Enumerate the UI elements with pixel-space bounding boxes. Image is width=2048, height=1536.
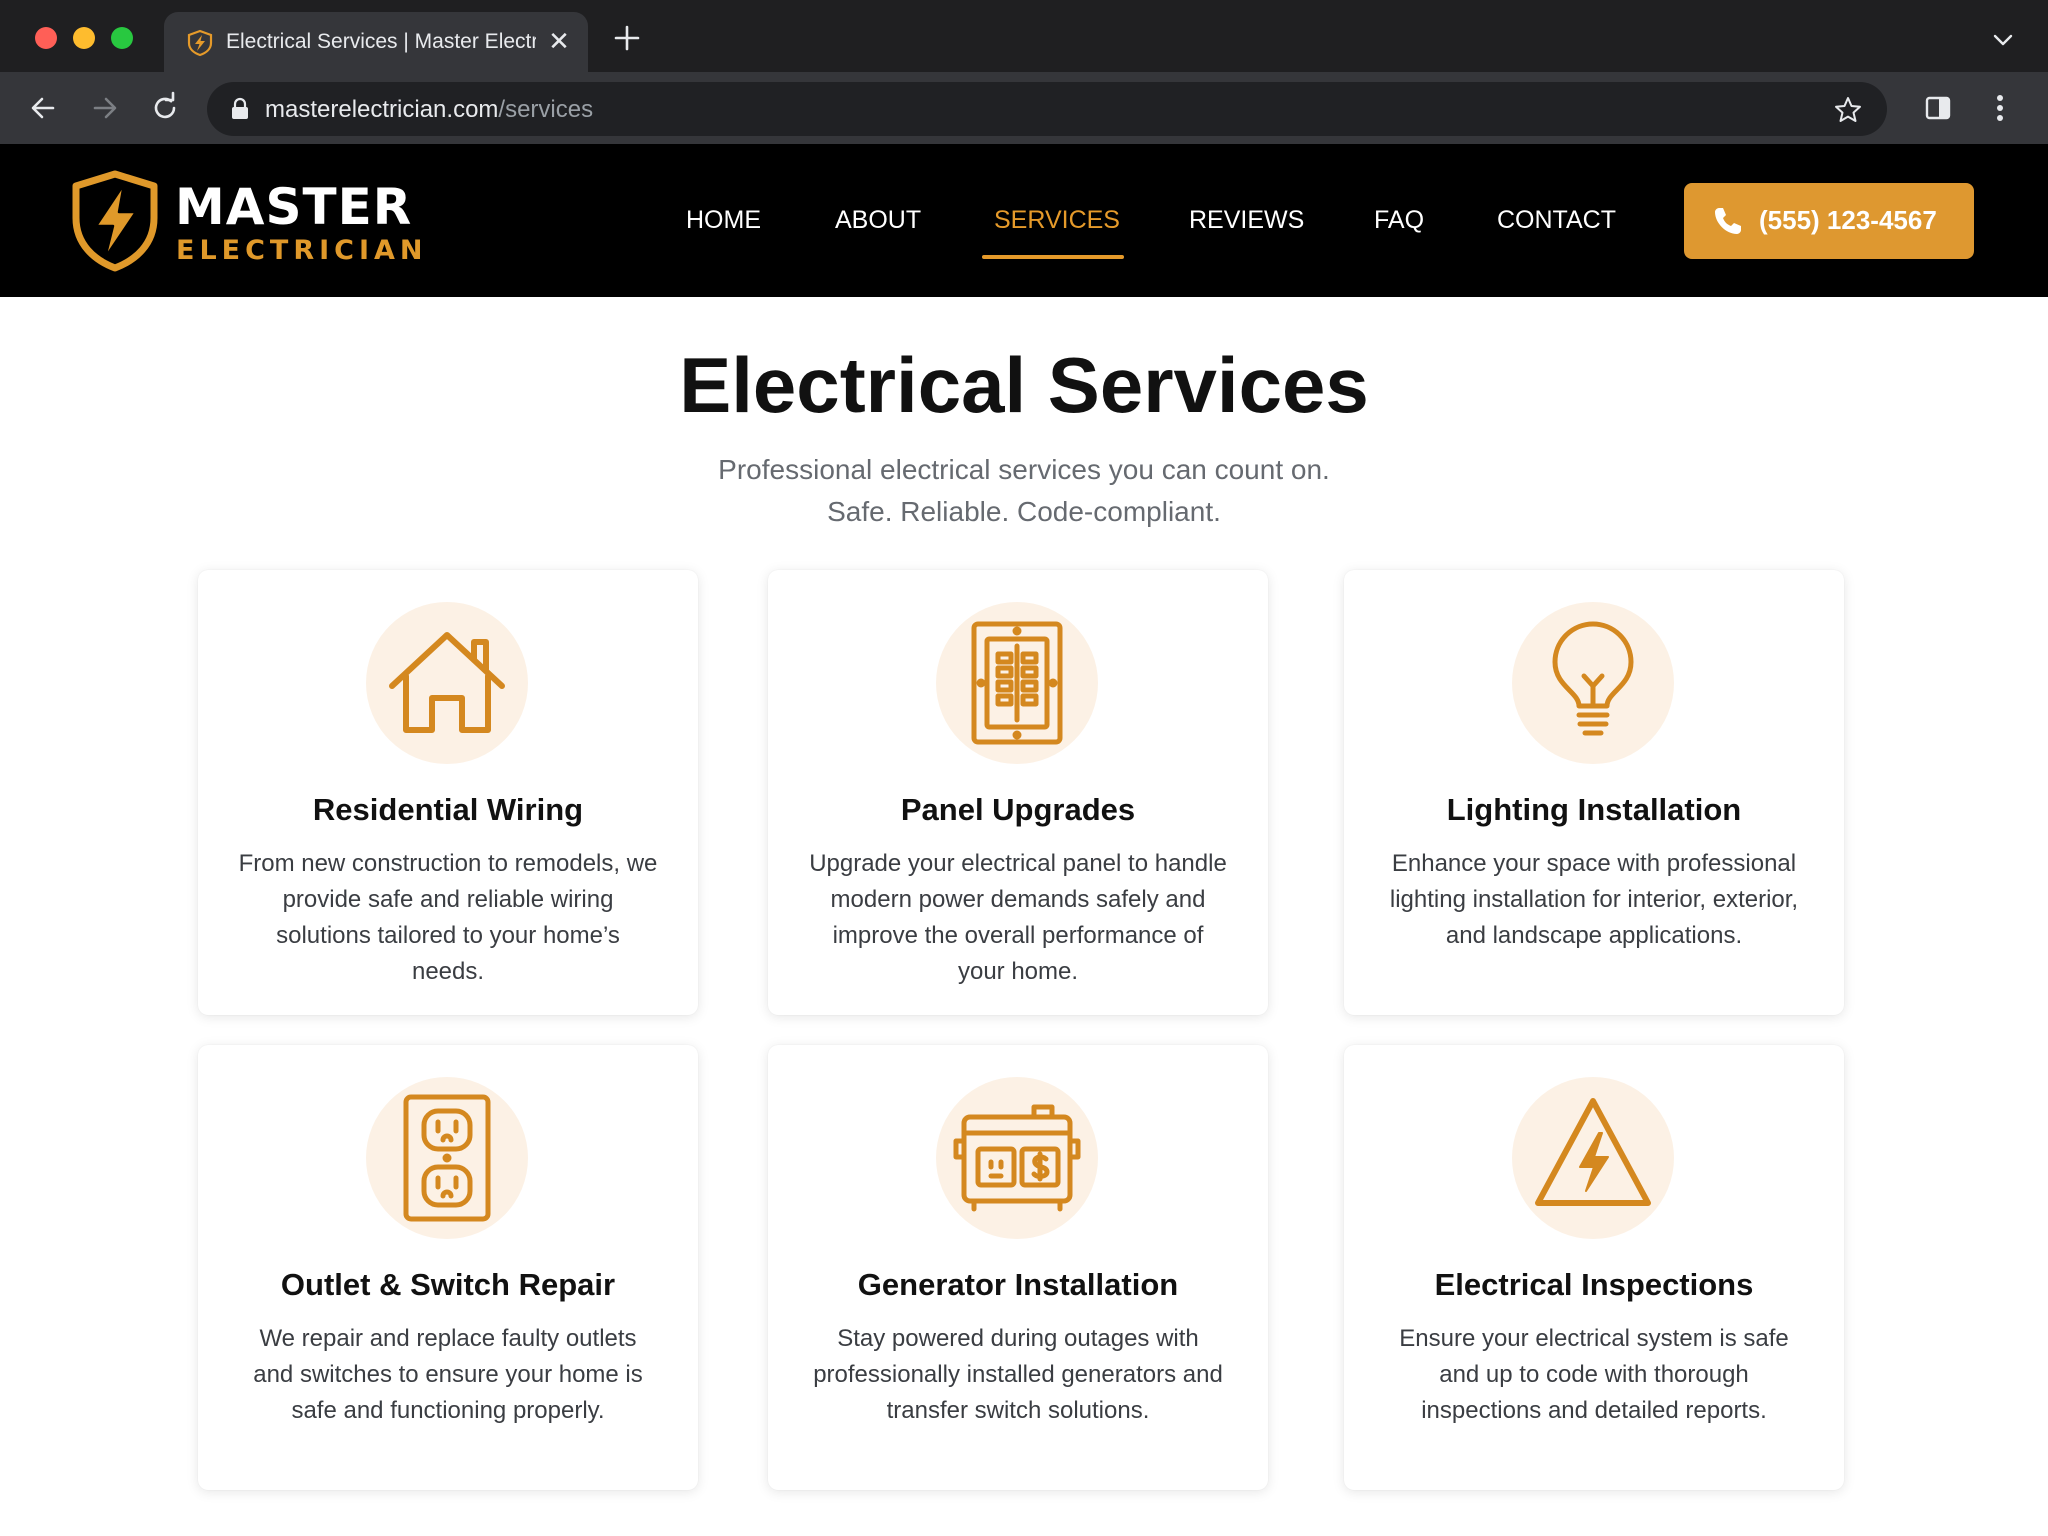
tab-search-chevron-down-icon[interactable]: [1985, 22, 2021, 58]
url-domain: masterelectrician.com: [265, 96, 499, 123]
new-tab-plus-icon[interactable]: [607, 18, 647, 58]
page-subtitle: Professional electrical services you can…: [0, 449, 2048, 533]
browser-tab-bar: Electrical Services | Master Electrician…: [0, 0, 2048, 72]
tab-title: Electrical Services | Master Electrician: [226, 30, 536, 53]
nav-home[interactable]: HOME: [686, 208, 761, 233]
service-card-outlet-switch-repair[interactable]: Outlet & Switch Repair We repair and rep…: [198, 1045, 698, 1490]
service-title: Panel Upgrades: [900, 792, 1136, 827]
service-card-electrical-inspections[interactable]: Electrical Inspections Ensure your elect…: [1344, 1045, 1844, 1490]
icon-circle: [936, 1077, 1098, 1239]
service-description: We repair and replace faulty outlets and…: [253, 1325, 643, 1424]
service-card-residential-wiring[interactable]: Residential Wiring From new construction…: [198, 570, 698, 1015]
forward-arrow-icon[interactable]: [85, 88, 125, 128]
service-description: Ensure your electrical system is safe an…: [1399, 1325, 1789, 1424]
page-title: Electrical Services: [679, 341, 1369, 429]
logo-text-master: MASTER: [175, 178, 413, 236]
call-phone-button[interactable]: (555) 123-4567: [1684, 183, 1974, 259]
nav-faq[interactable]: FAQ: [1374, 208, 1424, 233]
bookmark-star-icon[interactable]: [1832, 94, 1864, 126]
service-card-generator-installation[interactable]: Generator Installation Stay powered duri…: [768, 1045, 1268, 1490]
window-maximize-button[interactable]: [111, 27, 133, 49]
phone-icon: [1715, 208, 1741, 234]
electrical-panel-icon: [971, 621, 1063, 745]
tab-close-icon[interactable]: ✕: [544, 26, 574, 56]
browser-menu-icon[interactable]: [1980, 88, 2020, 128]
outlet-icon: [403, 1094, 491, 1222]
service-title: Generator Installation: [857, 1267, 1179, 1302]
reload-icon[interactable]: [145, 88, 185, 128]
window-minimize-button[interactable]: [73, 27, 95, 49]
url-path: /services: [498, 96, 594, 123]
warning-bolt-icon: [1535, 1098, 1651, 1206]
service-title: Outlet & Switch Repair: [280, 1267, 616, 1302]
lock-icon[interactable]: [229, 97, 251, 121]
generator-icon: [953, 1104, 1081, 1212]
nav-active-indicator: [982, 255, 1124, 259]
lightning-shield-icon: [72, 170, 158, 272]
site-header: MASTER ELECTRICIAN HOME ABOUT SERVICES R…: [0, 144, 2048, 297]
subtitle-line-2: Safe. Reliable. Code-compliant.: [827, 496, 1221, 527]
service-title: Lighting Installation: [1446, 792, 1742, 827]
icon-circle: [1512, 1077, 1674, 1239]
site-logo[interactable]: MASTER ELECTRICIAN: [72, 170, 432, 274]
service-description: Stay powered during outages with profess…: [813, 1325, 1223, 1424]
icon-circle: [366, 602, 528, 764]
service-description: Enhance your space with professional lig…: [1389, 850, 1799, 949]
favicon-shield-icon: [187, 29, 213, 57]
nav-services[interactable]: SERVICES: [994, 208, 1120, 233]
service-description: Upgrade your electrical panel to handle …: [809, 850, 1227, 985]
service-title: Electrical Inspections: [1434, 1267, 1754, 1302]
icon-circle: [936, 602, 1098, 764]
house-icon: [389, 632, 505, 733]
browser-toolbar: masterelectrician.com/services: [0, 72, 2048, 144]
address-bar[interactable]: masterelectrician.com/services: [207, 82, 1887, 136]
subtitle-line-1: Professional electrical services you can…: [718, 454, 1330, 485]
service-description: From new construction to remodels, we pr…: [238, 850, 658, 985]
url-text[interactable]: masterelectrician.com/services: [265, 96, 593, 124]
icon-circle: [366, 1077, 528, 1239]
back-arrow-icon[interactable]: [23, 88, 63, 128]
side-panel-icon[interactable]: [1918, 88, 1958, 128]
phone-number: (555) 123-4567: [1759, 205, 1937, 235]
logo-text-electrician: ELECTRICIAN: [176, 235, 428, 266]
service-card-lighting-installation[interactable]: Lighting Installation Enhance your space…: [1344, 570, 1844, 1015]
window-close-button[interactable]: [35, 27, 57, 49]
nav-reviews[interactable]: REVIEWS: [1189, 208, 1304, 233]
nav-about[interactable]: ABOUT: [835, 208, 921, 233]
browser-tab[interactable]: Electrical Services | Master Electrician…: [164, 12, 588, 72]
service-card-panel-upgrades[interactable]: Panel Upgrades Upgrade your electrical p…: [768, 570, 1268, 1015]
light-bulb-icon: [1552, 621, 1634, 736]
nav-contact[interactable]: CONTACT: [1497, 208, 1616, 233]
service-title: Residential Wiring: [312, 792, 584, 827]
icon-circle: [1512, 602, 1674, 764]
